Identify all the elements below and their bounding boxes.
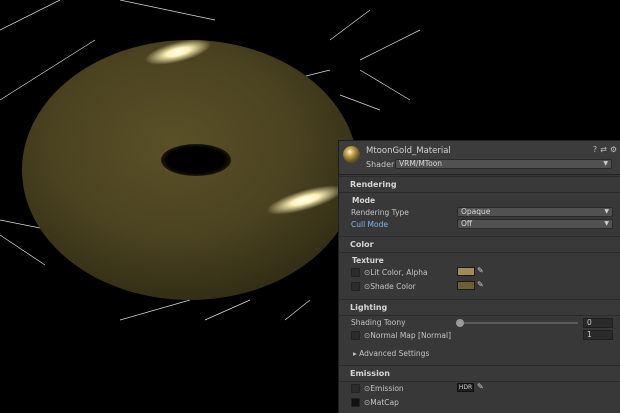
normal-map-text: Normal Map [Normal] xyxy=(370,331,452,340)
material-header: MtoonGold_Material ? ⇄ ⚙ Shader VRM/MToo… xyxy=(339,141,620,175)
emission-hdr-color[interactable]: HDR xyxy=(457,383,474,392)
settings-icon[interactable]: ⚙ xyxy=(610,145,617,154)
section-rendering[interactable]: Rendering xyxy=(339,176,620,193)
shading-toony-slider-track[interactable] xyxy=(460,322,578,324)
rendering-type-label: Rendering Type xyxy=(351,208,409,217)
shading-toony-slider-handle[interactable] xyxy=(456,319,464,327)
shader-dropdown[interactable]: VRM/MToon ▼ xyxy=(395,159,612,169)
matcap-text: MatCap xyxy=(370,398,399,407)
torus-model[interactable] xyxy=(22,34,358,300)
eyedropper-icon[interactable]: ✎ xyxy=(477,280,484,289)
cull-mode-dropdown[interactable]: Off ▼ xyxy=(457,219,613,229)
texture-subheader: Texture xyxy=(352,256,384,265)
cull-mode-value: Off xyxy=(461,219,473,228)
section-lighting[interactable]: Lighting xyxy=(339,299,620,316)
help-icon[interactable]: ? xyxy=(593,145,597,154)
chevron-down-icon: ▼ xyxy=(604,208,609,215)
material-name: MtoonGold_Material xyxy=(366,146,451,156)
lit-color-texture-slot[interactable] xyxy=(351,268,360,277)
shade-color-texture-slot[interactable] xyxy=(351,282,360,291)
matcap-texture-slot[interactable] xyxy=(351,398,360,407)
material-preview-icon xyxy=(343,146,360,163)
shader-label: Shader xyxy=(366,160,395,169)
lit-color-swatch[interactable] xyxy=(457,267,475,276)
emission-label: ⊙Emission xyxy=(364,384,404,393)
eyedropper-icon[interactable]: ✎ xyxy=(477,382,484,391)
lit-color-text: Lit Color, Alpha xyxy=(370,268,428,277)
section-color[interactable]: Color xyxy=(339,236,620,253)
material-inspector: MtoonGold_Material ? ⇄ ⚙ Shader VRM/MToo… xyxy=(338,140,620,413)
advanced-settings-label: Advanced Settings xyxy=(359,349,430,358)
rendering-type-dropdown[interactable]: Opaque ▼ xyxy=(457,207,613,217)
chevron-down-icon: ▼ xyxy=(603,160,608,167)
section-emission[interactable]: Emission xyxy=(339,365,620,382)
normal-map-texture-slot[interactable] xyxy=(351,331,360,340)
shade-color-swatch[interactable] xyxy=(457,281,475,290)
preset-icon[interactable]: ⇄ xyxy=(600,145,607,154)
mode-subheader: Mode xyxy=(352,196,376,205)
advanced-settings-foldout[interactable]: ▸ Advanced Settings xyxy=(353,349,429,358)
lit-color-label: ⊙Lit Color, Alpha xyxy=(364,268,428,277)
normal-map-label: ⊙Normal Map [Normal] xyxy=(364,331,452,340)
header-icons: ? ⇄ ⚙ xyxy=(593,145,617,154)
matcap-label: ⊙MatCap xyxy=(364,398,399,407)
rendering-type-value: Opaque xyxy=(461,207,491,216)
emission-text: Emission xyxy=(370,384,404,393)
shading-toony-label: Shading Toony xyxy=(351,318,406,327)
chevron-down-icon: ▼ xyxy=(604,220,609,227)
shader-value: VRM/MToon xyxy=(399,159,443,168)
shading-toony-field[interactable]: 0 xyxy=(583,318,613,328)
shade-color-label: ⊙Shade Color xyxy=(364,282,416,291)
shade-color-text: Shade Color xyxy=(370,282,416,291)
emission-texture-slot[interactable] xyxy=(351,384,360,393)
eyedropper-icon[interactable]: ✎ xyxy=(477,266,484,275)
cull-mode-label: Cull Mode xyxy=(351,220,388,229)
normal-map-scale-field[interactable]: 1 xyxy=(583,330,613,340)
